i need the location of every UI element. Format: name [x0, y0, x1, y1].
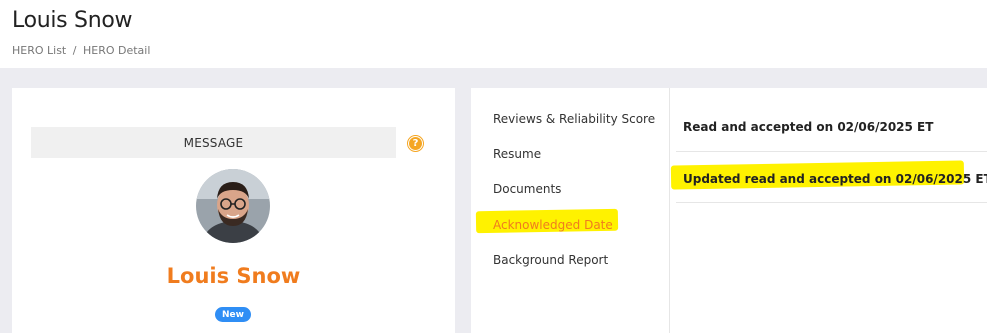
question-circle-icon[interactable]: ? — [408, 136, 423, 151]
avatar — [196, 169, 270, 243]
breadcrumb-hero-list[interactable]: HERO List — [12, 44, 66, 57]
acknowledged-content: Read and accepted on 02/06/2025 ET Updat… — [670, 88, 987, 333]
profile-name: Louis Snow — [166, 264, 301, 288]
nav-item-acknowledged-date[interactable]: Acknowledged Date — [493, 218, 613, 232]
acknowledged-text: Read and accepted on 02/06/2025 ET — [683, 120, 934, 134]
user-photo-icon — [196, 169, 270, 243]
breadcrumb-hero-detail: HERO Detail — [82, 44, 151, 57]
detail-panel: Reviews & Reliability Score Resume Docum… — [471, 88, 987, 333]
breadcrumb-separator: / — [72, 44, 77, 57]
message-button[interactable]: MESSAGE — [31, 127, 396, 158]
nav-item-reviews[interactable]: Reviews & Reliability Score — [493, 112, 655, 126]
nav-item-resume[interactable]: Resume — [493, 147, 541, 161]
list-item: Updated read and accepted on 02/06/2025 … — [676, 152, 987, 203]
page-title: Louis Snow — [12, 8, 133, 33]
updated-acknowledged-text: Updated read and accepted on 02/06/2025 … — [683, 172, 987, 186]
nav-item-background-report[interactable]: Background Report — [493, 253, 608, 267]
profile-card: MESSAGE ? Louis Snow New — [12, 88, 455, 333]
list-item: Read and accepted on 02/06/2025 ET — [676, 88, 987, 152]
nav-item-documents[interactable]: Documents — [493, 182, 561, 196]
page-header: Louis Snow HERO List / HERO Detail — [0, 0, 987, 68]
status-badge: New — [215, 307, 251, 322]
detail-nav: Reviews & Reliability Score Resume Docum… — [471, 88, 670, 333]
breadcrumb: HERO List / HERO Detail — [12, 44, 150, 57]
